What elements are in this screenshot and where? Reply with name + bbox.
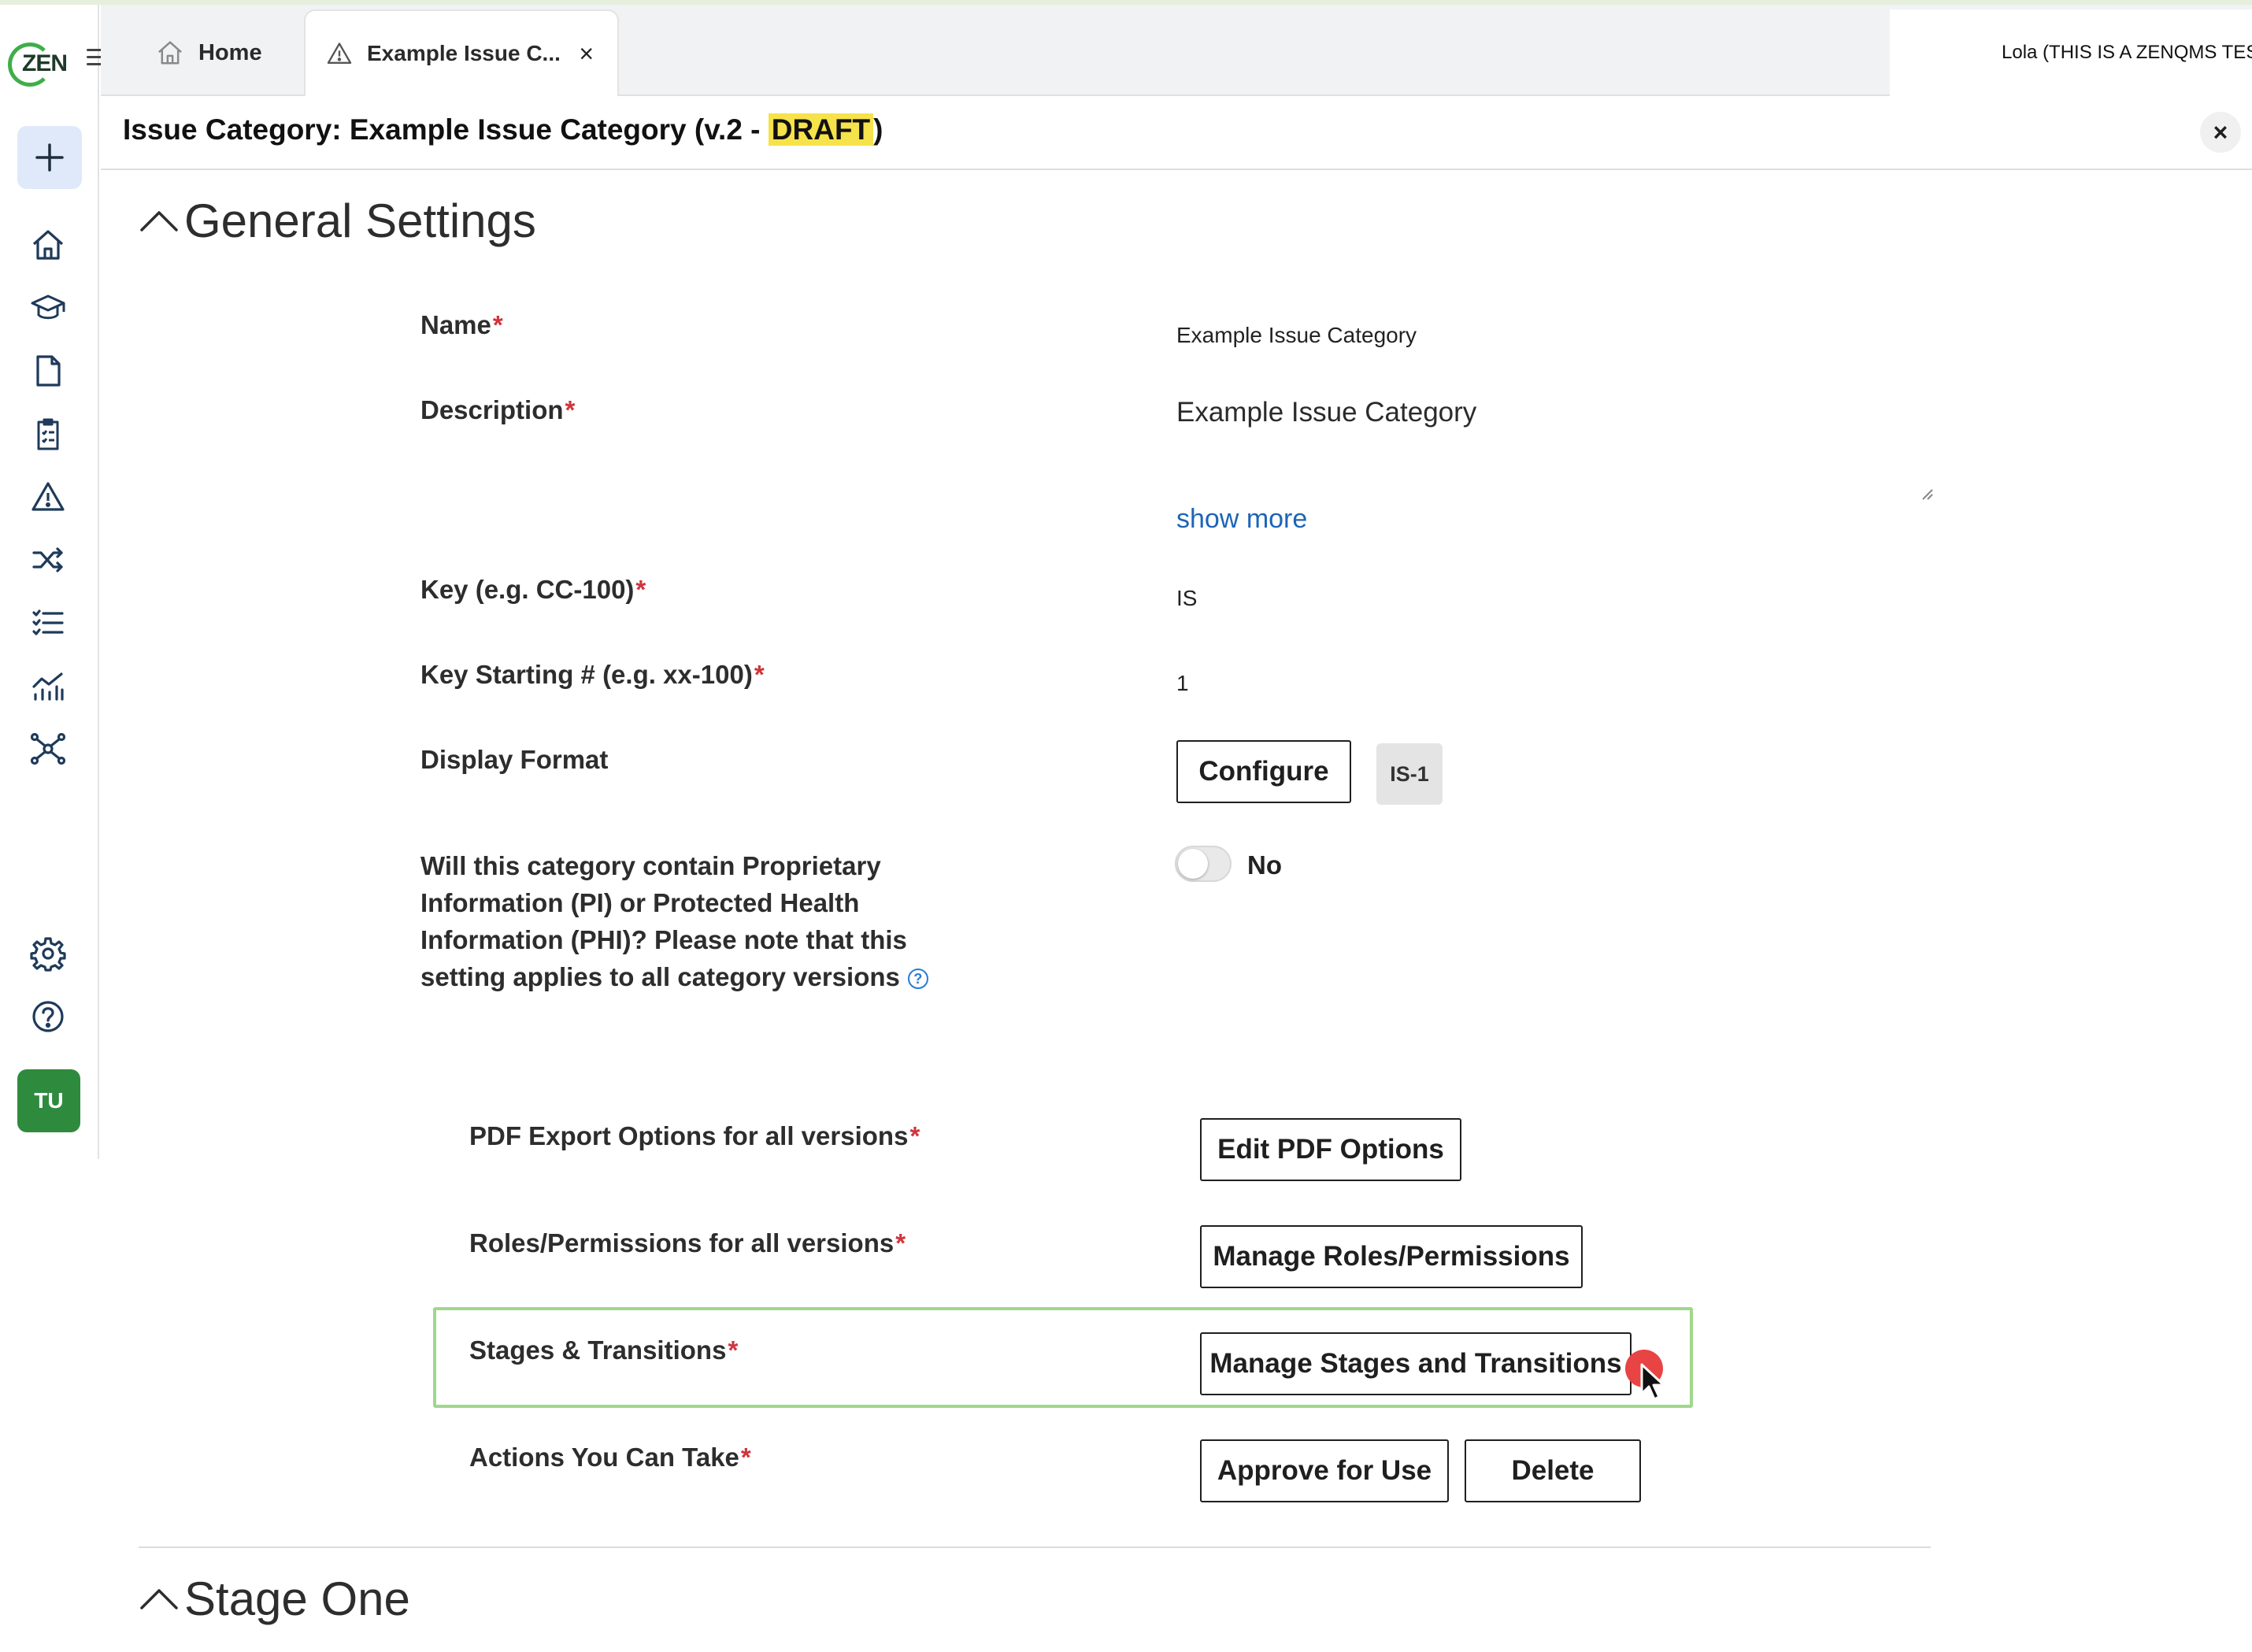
section-divider — [139, 1546, 1931, 1548]
zen-logo[interactable]: ZEN — [8, 39, 68, 90]
nav-home[interactable] — [27, 224, 69, 266]
tab-home-label: Home — [198, 39, 262, 65]
warning-triangle-icon — [327, 43, 352, 65]
nav-tasks[interactable] — [27, 413, 69, 455]
chevron-up-icon — [140, 1588, 178, 1609]
nav-documents[interactable] — [27, 350, 69, 392]
stage-one-heading: Stage One — [184, 1572, 410, 1625]
close-panel-button[interactable]: × — [2200, 112, 2241, 153]
nav-analytics[interactable] — [27, 665, 69, 707]
nav-network[interactable] — [27, 728, 69, 770]
nav-help[interactable] — [27, 995, 69, 1038]
graduation-cap-icon — [31, 294, 65, 320]
key-label: Key (e.g. CC-100)* — [420, 575, 646, 604]
tab-home[interactable]: Home — [156, 9, 313, 96]
required-asterisk: * — [565, 395, 576, 424]
required-asterisk: * — [909, 1121, 920, 1150]
approve-for-use-button[interactable]: Approve for Use — [1200, 1439, 1449, 1502]
required-asterisk: * — [895, 1228, 906, 1258]
plus-icon — [35, 143, 64, 172]
show-more-link[interactable]: show more — [1176, 504, 1307, 535]
required-asterisk: * — [728, 1335, 739, 1365]
nav-training[interactable] — [27, 287, 69, 329]
key-start-field[interactable]: 1 — [1176, 671, 1189, 696]
nav-checklists[interactable] — [27, 602, 69, 644]
general-settings-heading: General Settings — [184, 194, 536, 247]
shuffle-icon — [32, 547, 63, 572]
key-field[interactable]: IS — [1176, 586, 1197, 611]
name-label: Name* — [420, 310, 503, 339]
page-title: Issue Category: Example Issue Category (… — [123, 113, 883, 146]
home-icon — [158, 41, 182, 65]
draft-status-highlight: DRAFT — [768, 113, 874, 146]
help-circle-icon — [32, 1001, 64, 1032]
home-icon — [32, 230, 64, 260]
configure-button[interactable]: Configure — [1176, 740, 1351, 803]
key-start-label: Key Starting # (e.g. xx-100)* — [420, 660, 765, 689]
pdf-export-label: PDF Export Options for all versions* — [469, 1121, 920, 1150]
checklist-icon — [32, 609, 64, 635]
description-field[interactable]: Example Issue Category — [1176, 397, 1476, 428]
general-settings-toggle[interactable]: General Settings — [139, 194, 536, 248]
logo-text: ZEN — [22, 50, 68, 76]
stages-transitions-label: Stages & Transitions* — [469, 1335, 739, 1365]
name-field[interactable]: Example Issue Category — [1176, 323, 1417, 348]
tab-bar: Home Example Issue C... × Lola (THIS IS … — [101, 5, 2252, 96]
document-icon — [36, 355, 61, 387]
clipboard-checklist-icon — [37, 418, 59, 450]
resize-handle-icon[interactable] — [1920, 487, 1934, 501]
phi-question-label: Will this category contain Proprietary I… — [420, 847, 987, 995]
nav-change-control[interactable] — [27, 539, 69, 581]
required-asterisk: * — [635, 575, 646, 604]
account-indicator[interactable]: Lola (THIS IS A ZENQMS TEST ACCOUNT) — [1890, 9, 2252, 96]
tab-active-label: Example Issue C... — [367, 41, 561, 65]
display-format-label: Display Format — [420, 745, 609, 774]
toggle-knob — [1178, 849, 1208, 879]
delete-button[interactable]: Delete — [1465, 1439, 1641, 1502]
phi-toggle[interactable] — [1175, 846, 1232, 882]
required-asterisk: * — [492, 310, 503, 339]
chevron-up-icon — [140, 210, 178, 232]
gear-icon — [30, 937, 66, 972]
manage-roles-permissions-button[interactable]: Manage Roles/Permissions — [1200, 1225, 1583, 1288]
user-avatar[interactable]: TU — [17, 1069, 80, 1132]
manage-stages-transitions-button[interactable]: Manage Stages and Transitions — [1200, 1332, 1632, 1395]
create-new-button[interactable] — [17, 126, 82, 189]
panel-header: Issue Category: Example Issue Category (… — [101, 96, 2252, 170]
nav-issues[interactable] — [27, 476, 69, 518]
required-asterisk: * — [754, 660, 765, 689]
required-asterisk: * — [740, 1443, 751, 1472]
network-nodes-icon — [30, 732, 66, 765]
analytics-chart-icon — [32, 672, 64, 701]
left-navigation-rail: ZEN TU — [0, 5, 99, 1159]
mouse-pointer-icon — [1640, 1363, 1665, 1401]
actions-label: Actions You Can Take* — [469, 1443, 751, 1472]
page-title-suffix: ) — [873, 113, 883, 146]
stage-one-toggle[interactable]: Stage One — [139, 1572, 410, 1626]
tab-example-issue-category[interactable]: Example Issue C... × — [304, 9, 619, 96]
nav-settings[interactable] — [27, 932, 69, 975]
warning-triangle-icon — [31, 482, 65, 511]
tab-close-icon[interactable]: × — [579, 39, 594, 69]
description-label: Description* — [420, 395, 576, 424]
page-title-prefix: Issue Category: Example Issue Category (… — [123, 113, 769, 146]
help-icon[interactable]: ? — [907, 969, 928, 990]
phi-toggle-label: No — [1247, 850, 1282, 880]
roles-permissions-label: Roles/Permissions for all versions* — [469, 1228, 906, 1258]
display-format-preview-badge: IS-1 — [1376, 743, 1443, 805]
edit-pdf-options-button[interactable]: Edit PDF Options — [1200, 1118, 1461, 1181]
